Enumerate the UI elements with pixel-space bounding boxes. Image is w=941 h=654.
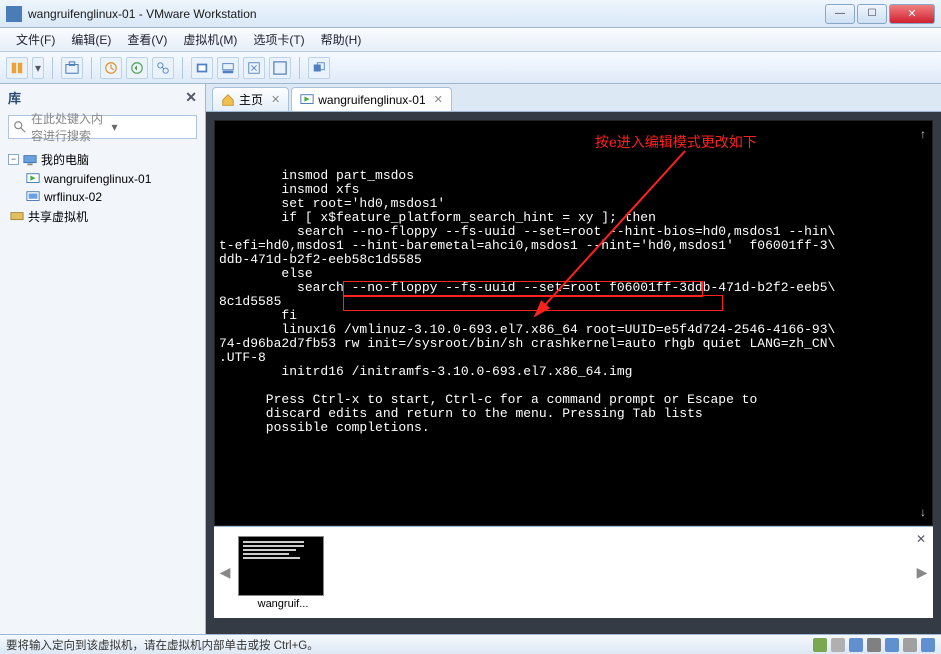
tree-item-label: wangruifenglinux-01: [44, 172, 151, 186]
search-dropdown-icon[interactable]: ▾: [112, 120, 193, 134]
vm-running-icon: [300, 93, 314, 107]
window-controls: [823, 4, 935, 24]
thumbnail-preview: [238, 536, 324, 596]
tab-home[interactable]: 主页 ✕: [212, 87, 289, 111]
close-button[interactable]: [889, 4, 935, 24]
vm-running-icon: [26, 172, 40, 186]
snapshot-button[interactable]: [100, 57, 122, 79]
search-icon: [13, 120, 27, 134]
toolbar: ▾: [0, 52, 941, 84]
stretch-button[interactable]: [243, 57, 265, 79]
collapse-icon[interactable]: −: [8, 154, 19, 165]
computer-icon: [23, 153, 37, 167]
vm-console[interactable]: ↑ insmod part_msdos insmod xfs set root=…: [214, 120, 933, 526]
tree-item-vm1[interactable]: wangruifenglinux-01: [4, 170, 201, 188]
home-icon: [221, 93, 235, 107]
device-cd-icon[interactable]: [831, 638, 845, 652]
console-text: insmod part_msdos insmod xfs set root='h…: [219, 169, 928, 435]
annotation-text: 按e进入编辑模式更改如下: [595, 135, 757, 149]
device-printer-icon[interactable]: [903, 638, 917, 652]
tree-root-mycomputer[interactable]: − 我的电脑: [4, 149, 201, 170]
window-title: wangruifenglinux-01 - VMware Workstation: [28, 7, 823, 21]
menu-view[interactable]: 查看(V): [119, 29, 175, 50]
tab-vm[interactable]: wangruifenglinux-01 ✕: [291, 87, 452, 111]
thumb-prev-button[interactable]: ◀: [218, 533, 232, 613]
device-display-icon[interactable]: [921, 638, 935, 652]
titlebar: wangruifenglinux-01 - VMware Workstation: [0, 0, 941, 28]
toolbar-separator: [91, 57, 92, 79]
tab-vm-label: wangruifenglinux-01: [318, 93, 425, 107]
unity-button[interactable]: [308, 57, 330, 79]
menu-edit[interactable]: 编辑(E): [63, 29, 119, 50]
maximize-button[interactable]: [857, 4, 887, 24]
tab-close-icon[interactable]: ✕: [434, 93, 443, 106]
tree-shared-label: 共享虚拟机: [28, 208, 88, 225]
main-area: 库 ✕ 在此处键入内容进行搜索 ▾ − 我的电脑 wangruifenglinu…: [0, 84, 941, 634]
tab-bar: 主页 ✕ wangruifenglinux-01 ✕: [206, 84, 941, 112]
menubar: 文件(F) 编辑(E) 查看(V) 虚拟机(M) 选项卡(T) 帮助(H): [0, 28, 941, 52]
minimize-button[interactable]: [825, 4, 855, 24]
tree-shared-vms[interactable]: 共享虚拟机: [4, 206, 201, 227]
library-tree: − 我的电脑 wangruifenglinux-01 wrflinux-02 共…: [4, 149, 201, 227]
revert-snapshot-button[interactable]: [126, 57, 148, 79]
thumbnail-strip: ◀ wangruif... ▶ ✕: [214, 526, 933, 618]
search-placeholder: 在此处键入内容进行搜索: [31, 110, 112, 144]
console-container: ↑ insmod part_msdos insmod xfs set root=…: [206, 112, 941, 634]
fullscreen-button[interactable]: [269, 57, 291, 79]
library-sidebar: 库 ✕ 在此处键入内容进行搜索 ▾ − 我的电脑 wangruifenglinu…: [0, 84, 206, 634]
sidebar-close-icon[interactable]: ✕: [185, 89, 197, 106]
tab-close-icon[interactable]: ✕: [271, 93, 280, 106]
thumbstrip-close-icon[interactable]: ✕: [913, 531, 929, 547]
device-hdd-icon[interactable]: [813, 638, 827, 652]
tree-root-label: 我的电脑: [41, 151, 89, 168]
tree-item-vm2[interactable]: wrflinux-02: [4, 188, 201, 206]
status-bar: 要将输入定向到该虚拟机，请在虚拟机内部单击或按 Ctrl+G。: [0, 634, 941, 654]
show-console-button[interactable]: [191, 57, 213, 79]
power-on-button[interactable]: [6, 57, 28, 79]
power-dropdown[interactable]: ▾: [32, 57, 44, 79]
scroll-down-icon: ↓: [920, 505, 926, 519]
thumbnail-item[interactable]: wangruif...: [238, 536, 328, 610]
device-net-icon[interactable]: [849, 638, 863, 652]
sidebar-header: 库 ✕: [0, 84, 205, 111]
scroll-up-icon: ↑: [920, 127, 926, 141]
menu-tabs[interactable]: 选项卡(T): [245, 29, 312, 50]
thumbnail-bar-button[interactable]: [217, 57, 239, 79]
menu-help[interactable]: 帮助(H): [313, 29, 370, 50]
status-device-icons: [813, 638, 935, 652]
sidebar-title: 库: [8, 88, 21, 107]
tab-home-label: 主页: [239, 91, 263, 108]
device-sound-icon[interactable]: [885, 638, 899, 652]
shared-icon: [10, 210, 24, 224]
vm-icon: [26, 190, 40, 204]
toolbar-separator: [182, 57, 183, 79]
status-text: 要将输入定向到该虚拟机，请在虚拟机内部单击或按 Ctrl+G。: [6, 637, 319, 653]
menu-file[interactable]: 文件(F): [8, 29, 63, 50]
tree-item-label: wrflinux-02: [44, 190, 102, 204]
toolbar-separator: [299, 57, 300, 79]
manage-snapshots-button[interactable]: [152, 57, 174, 79]
app-icon: [6, 6, 22, 22]
thumbnail-label: wangruif...: [238, 598, 328, 610]
device-usb-icon[interactable]: [867, 638, 881, 652]
search-input[interactable]: 在此处键入内容进行搜索 ▾: [8, 115, 197, 139]
menu-vm[interactable]: 虚拟机(M): [175, 29, 245, 50]
content-area: 主页 ✕ wangruifenglinux-01 ✕ ↑ insmod part…: [206, 84, 941, 634]
toolbar-separator: [52, 57, 53, 79]
send-ctrlaltdel-button[interactable]: [61, 57, 83, 79]
